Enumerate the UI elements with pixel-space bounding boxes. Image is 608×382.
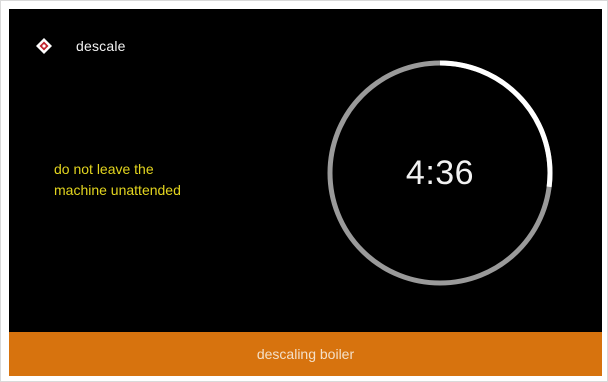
screen-frame: descale do not leave the machine unatten… — [0, 0, 608, 382]
status-text: descaling boiler — [256, 346, 355, 362]
warning-line-2: machine unattended — [54, 182, 181, 198]
warning-message: do not leave the machine unattended — [54, 159, 284, 201]
warning-line-1: do not leave the — [54, 161, 154, 177]
header: descale — [35, 35, 126, 57]
countdown-timer: 4:36 — [323, 56, 557, 290]
page-title: descale — [76, 38, 126, 54]
status-bar: descaling boiler — [9, 332, 602, 376]
machine-display: descale do not leave the machine unatten… — [9, 9, 602, 376]
descale-diamond-icon — [35, 37, 53, 55]
timer-remaining: 4:36 — [405, 153, 475, 192]
